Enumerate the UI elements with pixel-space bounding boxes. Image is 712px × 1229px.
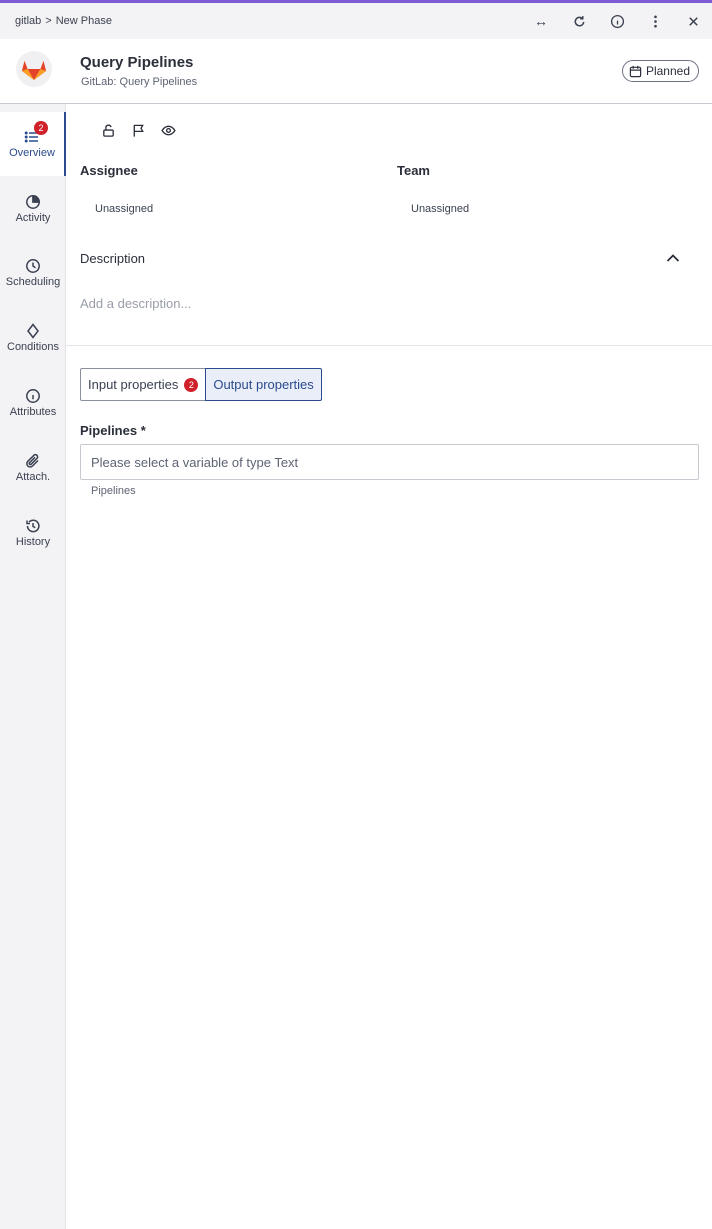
sidebar-item-history[interactable]: History (0, 501, 66, 565)
sidebar-item-conditions[interactable]: Conditions (0, 306, 66, 370)
gitlab-logo (16, 51, 52, 87)
pipelines-label: Pipelines * (80, 423, 146, 438)
flag-icon (133, 124, 144, 137)
page-subtitle: GitLab: Query Pipelines (81, 76, 198, 88)
chevron-up-icon (666, 254, 680, 262)
sidebar-item-overview[interactable]: 2 Overview (0, 112, 66, 176)
breadcrumb-current: New Phase (55, 15, 112, 27)
refresh-button[interactable] (560, 3, 598, 39)
close-button[interactable] (674, 3, 712, 39)
tab-output-properties[interactable]: Output properties (205, 368, 322, 401)
task-header: Query Pipelines GitLab: Query Pipelines … (0, 39, 712, 104)
tab-input-properties[interactable]: Input properties 2 (80, 368, 206, 401)
sidebar-item-label: Attributes (9, 406, 57, 418)
sidebar-item-attributes[interactable]: Attributes (0, 371, 66, 435)
eye-icon (160, 125, 176, 135)
pipelines-help-text: Pipelines (91, 485, 136, 497)
breadcrumb: gitlab > New Phase (15, 15, 112, 27)
pipelines-input[interactable] (80, 444, 699, 480)
team-value[interactable]: Unassigned (411, 203, 469, 215)
lock-open-icon (102, 124, 114, 137)
tab-label: Output properties (213, 377, 314, 392)
team-label: Team (397, 163, 430, 178)
sidebar-item-label: Overview (9, 147, 55, 159)
info-button[interactable] (598, 3, 636, 39)
breadcrumb-separator: > (45, 15, 52, 27)
expand-icon: ↔ (534, 13, 548, 29)
description-collapse-button[interactable] (664, 249, 684, 269)
sidebar-item-scheduling[interactable]: Scheduling (0, 241, 66, 305)
paperclip-icon (26, 453, 39, 468)
tab-label: Input properties (88, 377, 179, 392)
pie-icon (26, 195, 40, 209)
description-label: Description (80, 251, 146, 266)
input-properties-count-badge: 2 (184, 377, 199, 392)
more-vertical-icon (653, 15, 657, 27)
status-badge[interactable]: Planned (621, 60, 699, 82)
top-bar: gitlab > New Phase ↔ (0, 3, 712, 39)
status-label: Planned (645, 64, 690, 78)
clock-icon (26, 259, 40, 273)
page-title: Query Pipelines (80, 54, 194, 71)
history-icon (26, 519, 40, 533)
description-input[interactable]: Add a description... (80, 296, 680, 311)
sidebar-item-label: Activity (15, 212, 51, 224)
assignee-value[interactable]: Unassigned (95, 203, 153, 215)
task-toolbar (90, 120, 190, 140)
section-divider (66, 345, 712, 346)
properties-tabs: Input properties 2 Output properties (80, 368, 322, 401)
info-icon (26, 389, 40, 403)
sidebar: 2 Overview Activity Scheduling Condition… (0, 104, 66, 1229)
sidebar-item-label: Scheduling (5, 276, 61, 288)
sidebar-item-attach[interactable]: Attach. (0, 436, 66, 500)
assignee-label: Assignee (80, 163, 138, 178)
refresh-icon (574, 15, 584, 27)
gitlab-logo-icon (22, 61, 46, 80)
expand-button[interactable]: ↔ (522, 3, 560, 39)
top-actions: ↔ (522, 3, 712, 39)
sidebar-item-label: Conditions (7, 341, 59, 353)
breadcrumb-root[interactable]: gitlab (15, 15, 41, 27)
watch-button[interactable] (146, 120, 190, 140)
sidebar-item-label: History (15, 536, 51, 548)
diamond-icon (27, 323, 39, 339)
more-button[interactable] (636, 3, 674, 39)
info-icon (610, 14, 624, 28)
sidebar-item-label: Attach. (15, 471, 51, 483)
calendar-icon (629, 65, 642, 77)
sidebar-item-activity[interactable]: Activity (0, 177, 66, 241)
close-icon (688, 16, 698, 26)
overview-count-badge: 2 (34, 121, 48, 135)
